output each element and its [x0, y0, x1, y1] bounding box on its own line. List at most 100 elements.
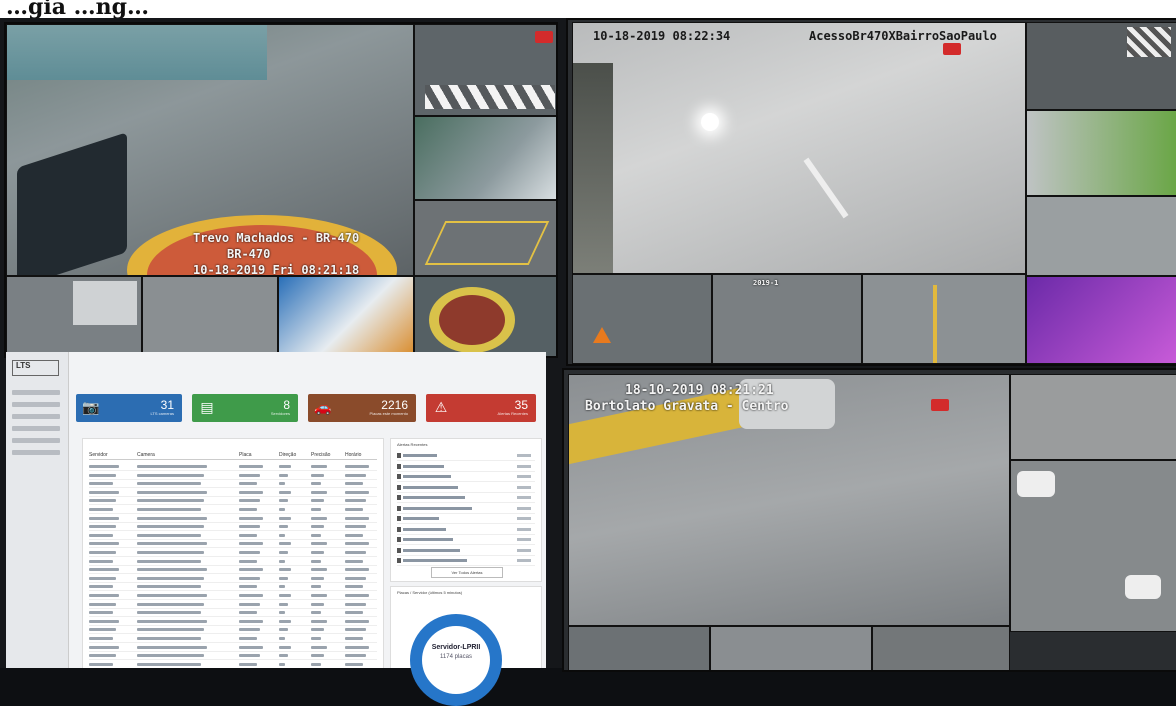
table-row[interactable] — [89, 583, 377, 592]
sidebar-item[interactable] — [12, 450, 60, 455]
stat-card-alerts[interactable]: ⚠ 35 Alertas Recentes — [426, 394, 536, 422]
camera-acesso-br470: 10-18-2019 08:22:34 AcessoBr470XBairroSa… — [572, 22, 1026, 274]
table-row[interactable] — [89, 575, 377, 583]
alerts-title: Alertas Recentes — [397, 442, 428, 447]
cell-placeholder — [311, 654, 324, 658]
table-row[interactable] — [89, 506, 377, 514]
alert-item[interactable] — [397, 504, 535, 514]
view-all-alerts-button[interactable]: Ver Todos Alertas — [431, 567, 503, 578]
partial-heading: …gia …ng… — [6, 0, 150, 20]
cell-placeholder — [239, 499, 260, 503]
cell-placeholder — [137, 585, 201, 589]
sidebar-item[interactable] — [12, 402, 60, 407]
cell-placeholder — [311, 551, 324, 554]
truck-shape — [73, 281, 137, 325]
cell-placeholder — [89, 594, 119, 597]
table-row[interactable] — [89, 463, 377, 471]
table-row[interactable] — [89, 497, 377, 506]
alert-item[interactable] — [397, 514, 535, 524]
table-row[interactable] — [89, 592, 377, 600]
col-horario: Horário — [345, 452, 362, 458]
cell-placeholder — [137, 611, 201, 615]
table-row[interactable] — [89, 523, 377, 532]
table-row[interactable] — [89, 661, 377, 668]
table-row[interactable] — [89, 609, 377, 618]
sidebar-item[interactable] — [12, 390, 60, 395]
cell-placeholder — [279, 542, 291, 546]
cell-placeholder — [239, 490, 263, 494]
alert-item[interactable] — [397, 525, 535, 535]
cell-placeholder — [239, 551, 260, 554]
table-row[interactable] — [89, 652, 377, 661]
table-row[interactable] — [89, 566, 377, 575]
monitor-top-left: Trevo Machados - BR-470 BR-470 10-18-201… — [4, 22, 558, 358]
alert-item[interactable] — [397, 535, 535, 545]
cell-placeholder — [345, 628, 366, 632]
camera-bottom-3 — [862, 274, 1026, 364]
warning-icon: ⚠ — [434, 400, 448, 416]
cell-placeholder — [239, 473, 260, 477]
cell-placeholder — [279, 551, 288, 554]
alert-item[interactable] — [397, 462, 535, 472]
table-row[interactable] — [89, 558, 377, 566]
road-center-line — [933, 285, 937, 363]
cell-placeholder — [137, 662, 201, 666]
alert-item[interactable] — [397, 546, 535, 556]
stat-card-cameras[interactable]: 📷 31 LTS cameras — [76, 394, 182, 422]
sidebar-item[interactable] — [12, 414, 60, 419]
roadside-trees — [573, 63, 613, 273]
cell-placeholder — [311, 516, 327, 520]
cell-placeholder — [311, 533, 321, 537]
cell-placeholder — [89, 602, 116, 606]
table-row[interactable] — [89, 540, 377, 549]
car-icon: 🚗 — [314, 400, 332, 416]
col-placa: Placa — [239, 452, 252, 458]
cell-placeholder — [89, 585, 113, 589]
cell-placeholder — [239, 637, 257, 640]
cell-placeholder — [345, 516, 369, 520]
table-row[interactable] — [89, 549, 377, 557]
donut-value: 1174 placas — [440, 654, 472, 660]
alert-item[interactable] — [397, 556, 535, 566]
camera-right-bottom — [1010, 460, 1176, 632]
alert-item[interactable] — [397, 472, 535, 482]
cell-placeholder — [137, 465, 207, 468]
cell-placeholder — [137, 533, 201, 537]
cell-placeholder — [89, 551, 116, 554]
table-row[interactable] — [89, 532, 377, 540]
stat-card-servers[interactable]: ▤ 8 Servidores — [192, 394, 298, 422]
camera-trevo-machados: Trevo Machados - BR-470 BR-470 10-18-201… — [6, 24, 414, 276]
cell-placeholder — [345, 490, 369, 494]
table-row[interactable] — [89, 626, 377, 635]
roundabout-aerial-center — [439, 295, 505, 345]
sidebar-item[interactable] — [12, 426, 60, 431]
alert-item[interactable] — [397, 451, 535, 461]
stat-card-plates[interactable]: 🚗 2216 Placas este momento — [308, 394, 416, 422]
table-row[interactable] — [89, 515, 377, 523]
table-row[interactable] — [89, 601, 377, 609]
table-row[interactable] — [89, 644, 377, 652]
cell-placeholder — [345, 602, 366, 606]
sidebar-item[interactable] — [12, 438, 60, 443]
table-row[interactable] — [89, 480, 377, 489]
cell-placeholder — [239, 619, 263, 623]
alert-item[interactable] — [397, 483, 535, 493]
camera-sub-3 — [278, 276, 414, 356]
stat-value: 8 — [283, 398, 290, 412]
cell-placeholder — [279, 525, 288, 529]
table-row[interactable] — [89, 635, 377, 643]
cell-placeholder — [89, 619, 119, 623]
cell-placeholder — [345, 611, 363, 615]
cell-placeholder — [345, 559, 363, 563]
cell-placeholder — [239, 662, 257, 666]
alert-item[interactable] — [397, 493, 535, 503]
cell-placeholder — [137, 568, 207, 572]
table-row[interactable] — [89, 489, 377, 497]
cell-placeholder — [89, 645, 119, 649]
cell-placeholder — [279, 645, 291, 649]
camera-osd-line2: Bortolato Gravata - Centro — [585, 399, 789, 414]
yellow-marking — [424, 221, 550, 265]
cell-placeholder — [89, 516, 119, 520]
table-row[interactable] — [89, 618, 377, 626]
table-row[interactable] — [89, 472, 377, 480]
